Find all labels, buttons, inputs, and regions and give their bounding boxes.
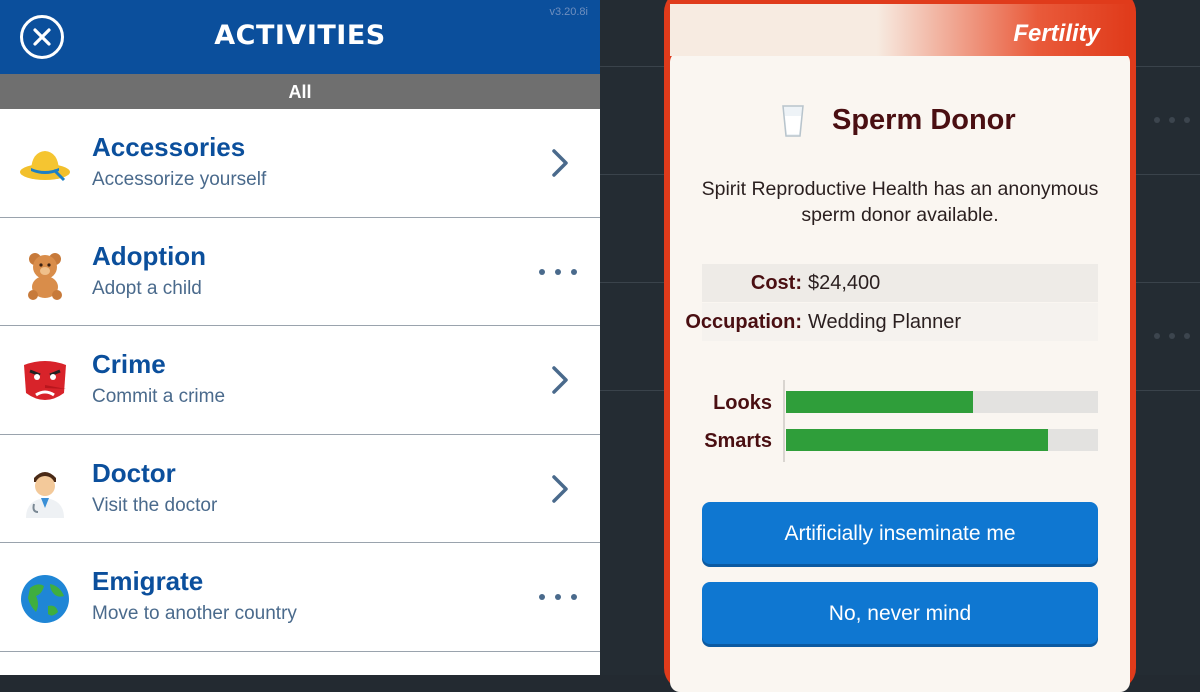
inseminate-button[interactable]: Artificially inseminate me [702,502,1098,564]
activity-name: Accessories [92,132,246,162]
activity-subtitle: Adopt a child [92,277,202,299]
detail-key: Occupation: [685,311,802,333]
globe-icon [21,575,69,623]
chevron-right-icon[interactable] [536,364,580,396]
popup-category-banner: Fertility [670,4,1130,56]
activity-name: Adoption [92,240,207,271]
activity-subtitle: Accessorize yourself [92,169,267,190]
chevron-right-icon[interactable] [536,473,580,505]
stat-bar-looks [786,391,1098,413]
activity-row-doctor[interactable]: Doctor Visit the doctor [0,435,600,543]
more-icon [1154,333,1190,339]
activity-row-accessories[interactable]: Accessories Accessorize yourself [0,109,600,218]
detail-row-occupation: Occupation: Wedding Planner [685,303,1098,341]
activity-row-emigrate[interactable]: Emigrate Move to another country [0,543,600,652]
stat-bar-fill [786,391,974,413]
doctor-icon [26,471,64,518]
detail-value: $24,400 [808,272,881,294]
popup-category: Fertility [1013,20,1100,47]
activity-name: Doctor [92,457,176,488]
stat-bar-fill [786,429,1049,451]
detail-value: Wedding Planner [808,311,962,333]
activity-subtitle: Commit a crime [92,386,226,407]
activity-name: Emigrate [92,566,204,596]
teddy-bear-icon [28,252,62,300]
milk-glass-icon [782,105,804,137]
detail-row-cost: Cost: $24,400 [702,264,1098,302]
activity-subtitle: Move to another country [92,603,297,624]
cancel-button[interactable]: No, never mind [702,582,1098,644]
activity-row-crime[interactable]: Crime Commit a crime [0,326,600,435]
stat-label-looks: Looks [713,392,772,414]
chevron-right-icon[interactable] [536,147,580,179]
detail-key: Cost: [750,272,802,294]
stat-bar-smarts [786,429,1098,451]
activity-list: Accessories Accessorize yourself Adoptio… [0,109,600,652]
sun-hat-icon [20,151,70,182]
more-icon [1154,117,1190,123]
activity-subtitle: Visit the doctor [92,494,218,516]
stat-label-smarts: Smarts [704,430,772,452]
filter-label-all[interactable]: All [0,74,600,109]
activities-header: ACTIVITIES v3.20.8i [0,0,600,74]
activities-panel: ACTIVITIES v3.20.8i All Accessories Acce… [0,0,600,675]
tengu-mask-icon [24,361,66,400]
page-title: ACTIVITIES [214,20,386,51]
activity-row-adoption[interactable]: Adoption Adopt a child [0,218,600,326]
stat-divider [783,380,785,462]
version-label: v3.20.8i [549,6,588,18]
activity-name: Crime [92,349,166,379]
popup-description: Spirit Reproductive Health has an anonym… [701,178,1099,226]
more-icon[interactable] [536,256,580,288]
popup-title: Sperm Donor [832,104,1016,136]
more-icon[interactable] [536,581,580,613]
